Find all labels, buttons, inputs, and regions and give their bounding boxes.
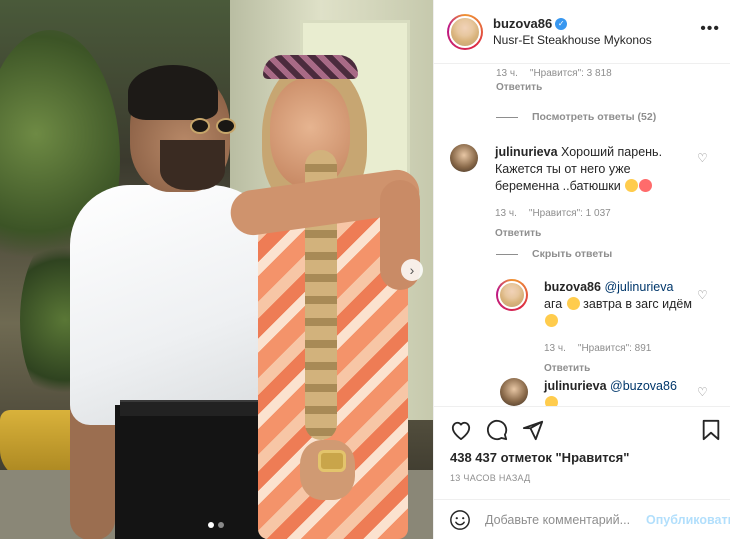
- grinning-emoji-icon: [545, 396, 558, 406]
- instagram-post-modal: › buzova86 ✓ Nusr-Et Steakhouse Mykonos •…: [0, 0, 730, 539]
- replier-avatar[interactable]: [500, 378, 528, 406]
- share-icon[interactable]: [522, 419, 544, 441]
- carousel-dot-active: [208, 522, 214, 528]
- photo-man-beard: [160, 140, 225, 190]
- smile-icon[interactable]: [449, 509, 471, 531]
- comment-time: 13 ч.: [496, 68, 518, 79]
- comment-likes[interactable]: "Нравится": 3 818: [530, 68, 612, 79]
- post-side-panel: buzova86 ✓ Nusr-Et Steakhouse Mykonos •••…: [433, 0, 730, 539]
- reply-item: buzova86 @julinurieva ага завтра в загс …: [496, 279, 694, 377]
- reply-body: julinurieva @buzova86: [544, 378, 677, 406]
- reply-like-heart-icon[interactable]: ♡: [697, 386, 709, 398]
- heart-eyes-emoji-icon: [639, 179, 653, 192]
- reply-text-a: ага: [544, 297, 563, 311]
- heart-icon[interactable]: [450, 419, 472, 441]
- post-header-text: buzova86 ✓ Nusr-Et Steakhouse Mykonos: [493, 16, 652, 48]
- comment-time: 13 ч.: [495, 208, 517, 219]
- grinning-emoji-icon: [566, 297, 580, 310]
- laughing-emoji-icon: [545, 314, 558, 327]
- bookmark-icon[interactable]: [701, 419, 723, 441]
- reply-likes[interactable]: "Нравится": 891: [578, 340, 651, 357]
- author-username[interactable]: buzova86: [493, 16, 552, 31]
- post-header: buzova86 ✓ Nusr-Et Steakhouse Mykonos •••: [434, 0, 730, 64]
- comment-like-heart-icon[interactable]: ♡: [697, 152, 709, 164]
- view-replies-button[interactable]: Посмотреть ответы (52): [496, 111, 656, 123]
- more-icon[interactable]: •••: [700, 21, 720, 37]
- photo-man-hair: [128, 65, 218, 120]
- next-arrow-icon[interactable]: ›: [401, 259, 423, 281]
- reply-button[interactable]: Ответить: [495, 225, 695, 242]
- photo-belt: [120, 400, 260, 416]
- comment-icon[interactable]: [486, 419, 508, 441]
- replies-dash: [496, 116, 518, 118]
- replier-username[interactable]: buzova86: [544, 280, 601, 294]
- comment-input[interactable]: [485, 512, 646, 527]
- add-comment-bar: Опубликовать: [434, 499, 730, 539]
- previous-comment-meta: 13 ч. "Нравится": 3 818 Ответить: [496, 68, 612, 93]
- comment-item: julinurieva Хороший парень. Кажется ты о…: [450, 144, 695, 242]
- replier-avatar[interactable]: [496, 279, 528, 311]
- commenter-avatar[interactable]: [450, 144, 478, 172]
- comment-body: julinurieva Хороший парень. Кажется ты о…: [495, 144, 695, 242]
- hide-replies-button[interactable]: Скрыть ответы: [496, 248, 612, 260]
- reply-meta: 13 ч. "Нравится": 891: [544, 340, 694, 357]
- astonished-emoji-icon: [625, 179, 639, 192]
- comments-list[interactable]: 13 ч. "Нравится": 3 818 Ответить Посмотр…: [434, 64, 730, 406]
- comment-likes[interactable]: "Нравится": 1 037: [529, 205, 611, 222]
- author-avatar-image: [449, 15, 481, 48]
- reply-mention[interactable]: @julinurieva: [604, 280, 673, 294]
- carousel-dots: [208, 522, 224, 528]
- reply-time: 13 ч.: [544, 343, 566, 354]
- view-replies-label: Посмотреть ответы (52): [532, 111, 657, 123]
- reply-item: julinurieva @buzova86: [500, 378, 677, 406]
- verified-icon: ✓: [555, 18, 568, 31]
- publish-button[interactable]: Опубликовать: [646, 513, 730, 527]
- photo-sunglasses: [190, 118, 240, 136]
- carousel-dot: [218, 522, 224, 528]
- post-photo[interactable]: ›: [0, 0, 433, 539]
- comment-meta: 13 ч. "Нравится": 1 037: [495, 205, 695, 222]
- reply-body: buzova86 @julinurieva ага завтра в загс …: [544, 279, 694, 377]
- photo-man-pants: [115, 405, 265, 539]
- post-location[interactable]: Nusr-Et Steakhouse Mykonos: [493, 32, 652, 48]
- reply-text-b: завтра в загс идём: [583, 297, 692, 311]
- author-avatar[interactable]: [447, 13, 483, 50]
- replier-avatar-image: [498, 281, 526, 309]
- action-icons: [450, 419, 544, 441]
- reply-button[interactable]: Ответить: [496, 82, 612, 93]
- photo-watch: [318, 450, 346, 472]
- hide-replies-label: Скрыть ответы: [532, 248, 613, 260]
- reply-like-heart-icon[interactable]: ♡: [697, 289, 709, 301]
- commenter-username[interactable]: julinurieva: [495, 145, 558, 159]
- reply-mention[interactable]: @buzova86: [610, 379, 677, 393]
- photo-headband: [263, 55, 358, 79]
- reply-button[interactable]: Ответить: [544, 360, 694, 377]
- post-actions: 438 437 отметок "Нравится" 13 ЧАСОВ НАЗА…: [434, 406, 730, 499]
- likes-count[interactable]: 438 437 отметок "Нравится": [450, 450, 629, 465]
- replies-dash: [496, 253, 518, 255]
- replier-username[interactable]: julinurieva: [544, 379, 607, 393]
- post-time[interactable]: 13 ЧАСОВ НАЗАД: [450, 473, 531, 483]
